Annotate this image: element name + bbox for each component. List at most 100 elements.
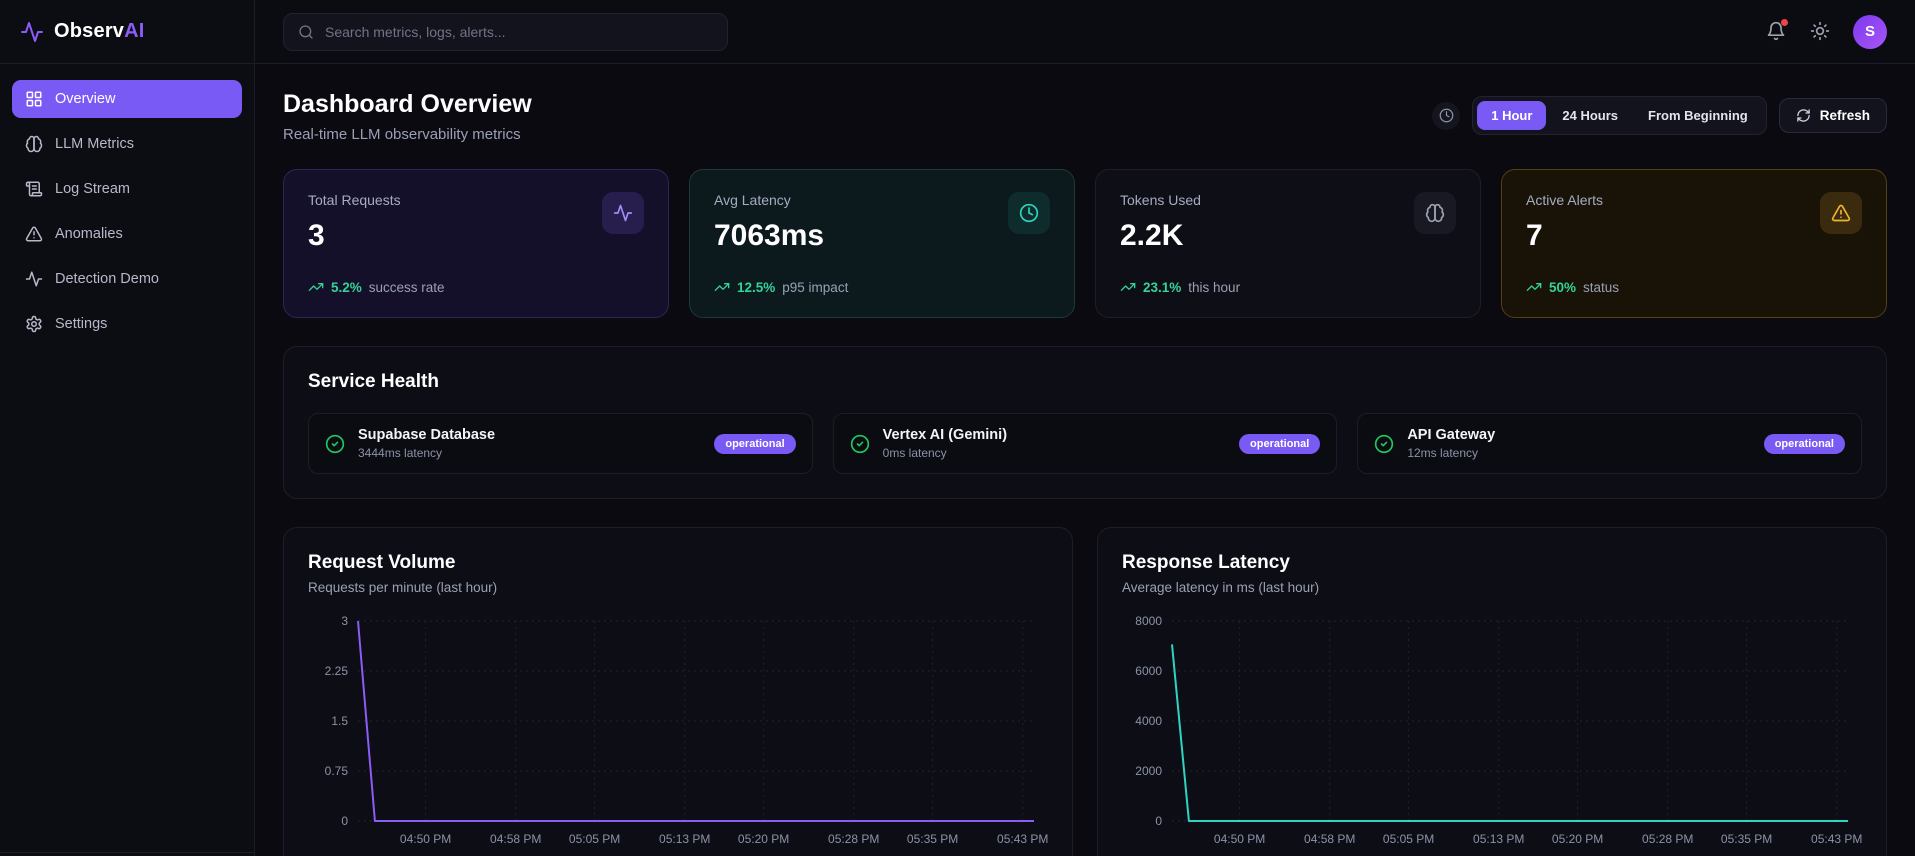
notification-dot bbox=[1781, 18, 1788, 26]
service-item-api-gateway: API Gateway 12ms latency operational bbox=[1357, 413, 1862, 474]
services-grid: Supabase Database 3444ms latency operati… bbox=[308, 413, 1862, 474]
request-volume-panel: Request Volume Requests per minute (last… bbox=[283, 527, 1073, 856]
response-latency-panel: Response Latency Average latency in ms (… bbox=[1097, 527, 1887, 856]
status-badge: operational bbox=[1239, 433, 1321, 454]
avatar[interactable]: S bbox=[1853, 14, 1887, 49]
svg-text:6000: 6000 bbox=[1135, 664, 1162, 678]
refresh-icon bbox=[1796, 109, 1810, 122]
trend-percent: 50% bbox=[1549, 279, 1577, 295]
stat-card-total-requests: Total Requests 3 5.2% success rate bbox=[283, 169, 669, 318]
service-name: Supabase Database bbox=[358, 427, 496, 443]
svg-text:0: 0 bbox=[341, 814, 348, 828]
page-header: Dashboard Overview Real-time LLM observa… bbox=[283, 90, 1887, 143]
status-badge: operational bbox=[714, 433, 796, 454]
stat-trend: 12.5% p95 impact bbox=[714, 279, 1050, 295]
stat-card-active-alerts: Active Alerts 7 50% status bbox=[1501, 169, 1887, 318]
time-range-group: 1 Hour 24 Hours From Beginning bbox=[1472, 96, 1767, 135]
service-latency: 3444ms latency bbox=[358, 446, 443, 460]
status-badge: operational bbox=[1763, 433, 1845, 454]
activity-icon bbox=[602, 192, 644, 234]
sidebar-item-detection-demo[interactable]: Detection Demo bbox=[12, 260, 242, 298]
stat-label: Total Requests bbox=[308, 192, 401, 208]
svg-text:0: 0 bbox=[1155, 814, 1162, 828]
svg-text:05:28 PM: 05:28 PM bbox=[1642, 832, 1693, 846]
grid-icon bbox=[26, 91, 42, 107]
charts-grid: Request Volume Requests per minute (last… bbox=[283, 527, 1887, 856]
svg-text:04:58 PM: 04:58 PM bbox=[1304, 832, 1355, 846]
sidebar-item-llm-metrics[interactable]: LLM Metrics bbox=[12, 125, 242, 163]
svg-text:04:58 PM: 04:58 PM bbox=[490, 832, 541, 846]
trending-up-icon bbox=[1526, 283, 1542, 291]
service-item-supabase: Supabase Database 3444ms latency operati… bbox=[308, 413, 813, 474]
stat-value: 3 bbox=[308, 219, 325, 252]
gear-icon bbox=[26, 315, 42, 333]
alert-triangle-icon bbox=[1820, 192, 1862, 234]
theme-toggle-button[interactable] bbox=[1809, 21, 1831, 43]
sidebar-item-anomalies[interactable]: Anomalies bbox=[12, 215, 242, 253]
sidebar-item-overview[interactable]: Overview bbox=[12, 80, 242, 118]
trending-up-icon bbox=[1120, 283, 1136, 291]
svg-text:05:13 PM: 05:13 PM bbox=[659, 832, 710, 846]
trend-description: success rate bbox=[368, 279, 445, 295]
svg-text:04:50 PM: 04:50 PM bbox=[1214, 832, 1265, 846]
stat-card-tokens-used: Tokens Used 2.2K 23.1% this hour bbox=[1095, 169, 1481, 318]
log-scroll-icon bbox=[25, 181, 43, 197]
svg-text:05:35 PM: 05:35 PM bbox=[907, 832, 958, 846]
range-button-1-hour[interactable]: 1 Hour bbox=[1477, 101, 1547, 130]
brain-icon bbox=[1414, 192, 1456, 234]
service-health-title: Service Health bbox=[308, 371, 439, 392]
logo: ObservAI bbox=[0, 0, 254, 64]
notifications-button[interactable] bbox=[1765, 18, 1788, 43]
svg-text:2000: 2000 bbox=[1135, 764, 1162, 778]
range-button-24-hours[interactable]: 24 Hours bbox=[1548, 101, 1632, 130]
check-circle-icon bbox=[1375, 434, 1394, 453]
search-box bbox=[283, 12, 728, 51]
stat-trend: 5.2% success rate bbox=[308, 279, 644, 295]
stat-label: Avg Latency bbox=[714, 192, 791, 208]
range-button-from-beginning[interactable]: From Beginning bbox=[1634, 101, 1762, 130]
svg-text:05:28 PM: 05:28 PM bbox=[828, 832, 879, 846]
stat-card-avg-latency: Avg Latency 7063ms 12.5% p95 impact bbox=[689, 169, 1075, 318]
sidebar-item-log-stream[interactable]: Log Stream bbox=[12, 170, 242, 208]
trend-description: p95 impact bbox=[782, 279, 849, 295]
check-circle-icon bbox=[325, 434, 345, 453]
stat-label: Tokens Used bbox=[1120, 192, 1201, 208]
svg-text:8000: 8000 bbox=[1135, 614, 1162, 628]
stat-label: Active Alerts bbox=[1526, 192, 1604, 208]
search-icon bbox=[299, 24, 313, 39]
service-latency: 12ms latency bbox=[1407, 446, 1479, 460]
stat-trend: 50% status bbox=[1526, 279, 1862, 295]
trend-percent: 5.2% bbox=[331, 279, 362, 295]
sidebar-item-settings[interactable]: Settings bbox=[12, 305, 242, 343]
svg-text:4000: 4000 bbox=[1135, 714, 1162, 728]
chart-title: Response Latency bbox=[1122, 552, 1290, 573]
brain-icon bbox=[25, 135, 43, 153]
sun-icon bbox=[1810, 21, 1830, 40]
stat-value: 7 bbox=[1526, 219, 1543, 252]
sidebar-item-label: LLM Metrics bbox=[55, 136, 134, 152]
page-subtitle: Real-time LLM observability metrics bbox=[283, 126, 521, 143]
time-controls: 1 Hour 24 Hours From Beginning Refresh bbox=[1432, 96, 1887, 135]
stats-grid: Total Requests 3 5.2% success rate Avg L… bbox=[283, 169, 1887, 318]
activity-logo-icon bbox=[21, 21, 43, 42]
svg-text:05:05 PM: 05:05 PM bbox=[1383, 832, 1434, 846]
stat-value: 7063ms bbox=[714, 219, 825, 252]
page-content: Dashboard Overview Real-time LLM observa… bbox=[255, 64, 1915, 856]
collapse-button[interactable]: Collapse bbox=[0, 852, 254, 856]
refresh-button[interactable]: Refresh bbox=[1778, 98, 1887, 133]
stat-trend: 23.1% this hour bbox=[1120, 279, 1456, 295]
topbar-actions: S bbox=[1765, 14, 1887, 49]
app-root: ObservAI Overview LLM Metrics Log Stream… bbox=[0, 0, 1915, 856]
svg-text:05:35 PM: 05:35 PM bbox=[1721, 832, 1772, 846]
trending-up-icon bbox=[308, 283, 324, 291]
main-area: S Dashboard Overview Real-time LLM obser… bbox=[255, 0, 1915, 856]
sidebar: ObservAI Overview LLM Metrics Log Stream… bbox=[0, 0, 255, 856]
search-input[interactable] bbox=[325, 23, 713, 40]
clock-icon bbox=[1008, 192, 1050, 234]
time-range-clock-icon bbox=[1432, 101, 1461, 130]
trending-up-icon bbox=[714, 283, 730, 291]
sidebar-item-label: Overview bbox=[55, 91, 116, 107]
service-item-vertex-ai: Vertex AI (Gemini) 0ms latency operation… bbox=[832, 413, 1338, 474]
chart-subtitle: Requests per minute (last hour) bbox=[308, 580, 498, 595]
svg-text:04:50 PM: 04:50 PM bbox=[400, 832, 451, 846]
